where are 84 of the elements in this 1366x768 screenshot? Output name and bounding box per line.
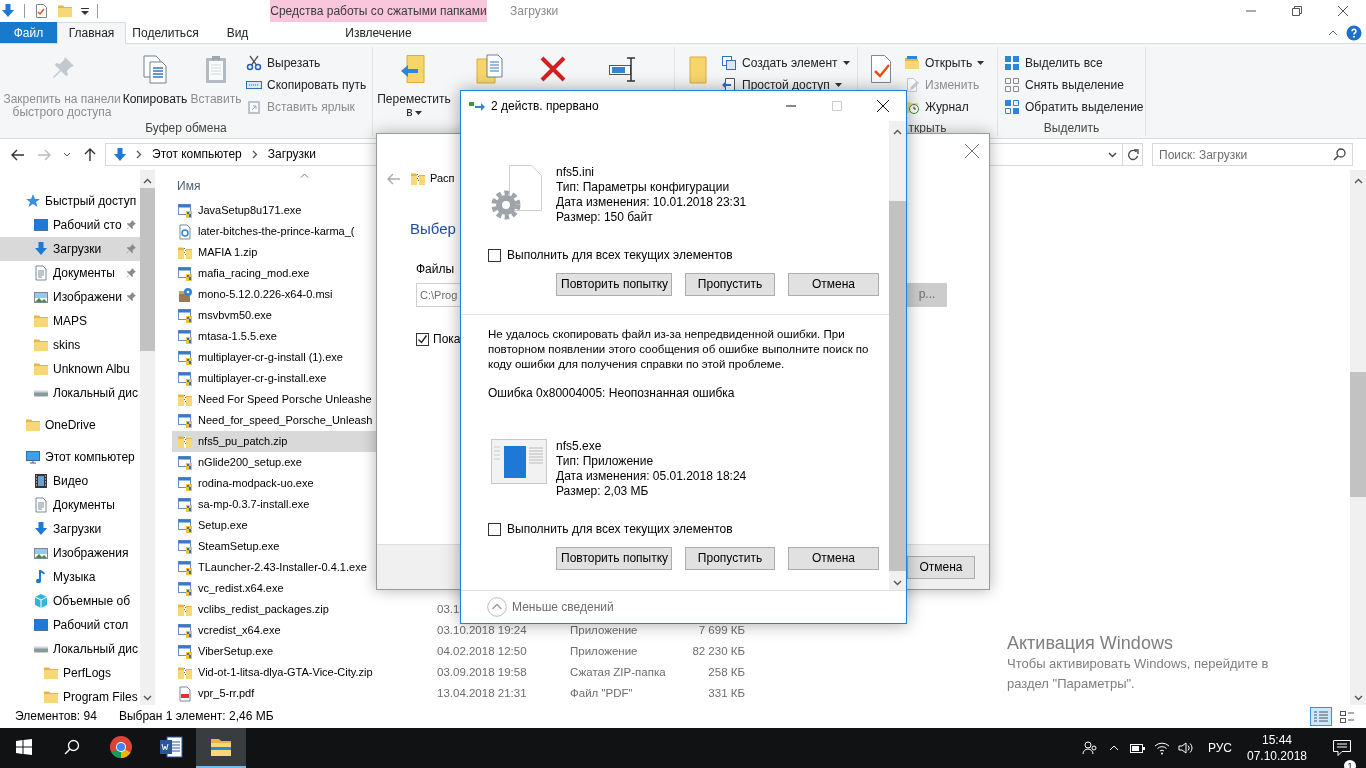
file-name: vclibs_redist_packages.zip: [198, 602, 329, 617]
dialog-title: 2 действ. прервано: [491, 98, 599, 114]
file-name: nfs5.ini: [556, 165, 596, 180]
nav-label: Документы: [53, 497, 115, 513]
file-name: nGlide200_setup.exe: [198, 455, 302, 470]
file-name: multiplayer-cr-g-install.exe: [198, 371, 327, 386]
nav-label: Загрузки: [53, 241, 102, 257]
file-size: 258 КБ: [708, 665, 745, 680]
file-size: 82 230 КБ: [692, 644, 745, 659]
error-code: Ошибка 0x80004005: Неопознанная ошибка: [488, 386, 736, 401]
nav-label: skins: [53, 337, 81, 353]
nav-label: Этот компьютер: [45, 449, 135, 465]
file-name: rodina-modpack-uo.exe: [198, 476, 314, 491]
checkbox-label: Выполнить для всех текущих элементов: [507, 521, 733, 537]
activation-title: Активация Windows: [1007, 632, 1174, 654]
window-title: Загрузки: [510, 3, 559, 19]
file-name: TLauncher-2.43-Installer-0.4.1.exe: [198, 560, 367, 575]
file-name: mafia_racing_mod.exe: [198, 266, 310, 281]
file-date: 03.09.2018 19:58: [437, 665, 527, 680]
file-name: JavaSetup8u171.exe: [198, 203, 302, 218]
checkbox-label: Выполнить для всех текущих элементов: [507, 247, 733, 263]
file-name: nfs5.exe: [556, 439, 603, 454]
file-type: Тип: Параметры конфигурации: [556, 180, 731, 195]
file-date: 13.04.2018 21:31: [437, 686, 527, 701]
file-date: 03.1: [437, 602, 460, 617]
file-size: Размер: 2,03 МБ: [556, 484, 650, 499]
file-date: Дата изменения: 05.01.2018 18:24: [556, 469, 747, 484]
file-name: Need For Speed Porsche Unleashe: [198, 392, 372, 407]
file-name: Vid-ot-1-litsa-dlya-GTA-Vice-City.zip: [198, 665, 373, 680]
nav-label: Unknown Albu: [53, 361, 130, 377]
file-name: vc_redist.x64.exe: [198, 581, 284, 596]
file-size: Размер: 150 байт: [556, 210, 654, 225]
checkbox-label: Пока: [433, 331, 461, 347]
file-size: 7 699 КБ: [698, 623, 745, 638]
file-type: Файл "PDF": [570, 686, 633, 701]
nav-label: Быстрый доступ: [45, 193, 137, 209]
file-name: multiplayer-cr-g-install (1).exe: [198, 350, 343, 365]
context-tab-group: Средства работы со сжатыми папками: [270, 0, 487, 22]
file-date: 03.10.2018 19:24: [437, 623, 527, 638]
group-label: Выделить: [1043, 121, 1100, 136]
file-date: 04.02.2018 12:50: [437, 644, 527, 659]
file-name: SteamSetup.exe: [198, 539, 280, 554]
nav-label: Локальный дис: [53, 641, 138, 657]
nav-label: Документы: [53, 265, 115, 281]
nav-label: OneDrive: [45, 417, 96, 433]
file-name: vcredist_x64.exe: [198, 623, 281, 638]
file-name: Setup.exe: [198, 518, 248, 533]
file-type: Приложение: [570, 644, 638, 659]
file-name: Need_for_speed_Porsche_Unleash: [198, 413, 373, 428]
activation-text: Чтобы активировать Windows, перейдите в раздел "Параметры".: [1007, 655, 1270, 693]
field-label: Файлы: [416, 261, 456, 277]
group-label: Буфер обмена: [145, 121, 227, 136]
selection-info: Выбран 1 элемент: 2,46 МБ: [118, 709, 274, 724]
nav-label: Изображени: [53, 289, 122, 305]
file-name: ViberSetup.exe: [198, 644, 274, 659]
nav-label: Объемные об: [53, 593, 131, 609]
nav-label: MAPS: [53, 313, 87, 329]
nav-label: PerfLogs: [63, 665, 112, 681]
wizard-header: Расп: [430, 172, 455, 186]
file-name: sa-mp-0.3.7-install.exe: [198, 497, 310, 512]
file-name: nfs5_pu_patch.zip: [198, 434, 288, 449]
file-name: MAFIA 1.zip: [198, 245, 258, 260]
nav-label: Program Files: [63, 689, 138, 705]
file-name: vpr_5-rr.pdf: [198, 686, 255, 701]
file-type: Приложение: [570, 623, 638, 638]
nav-label: Изображения: [53, 545, 129, 561]
file-date: Дата изменения: 10.01.2018 23:31: [556, 195, 747, 210]
item-count: Элементов: 94: [15, 709, 97, 724]
file-name: msvbvm50.exe: [198, 308, 272, 323]
group-label: ткрыть: [908, 121, 947, 136]
file-name: mtasa-1.5.5.exe: [198, 329, 277, 344]
file-name: later-bitches-the-prince-karma_(: [198, 224, 355, 239]
nav-label: Музыка: [53, 569, 96, 585]
nav-label: Рабочий сто: [53, 217, 122, 233]
file-name: mono-5.12.0.226-x64-0.msi: [198, 287, 333, 302]
file-type: Сжатая ZIP-папка: [570, 665, 666, 680]
file-size: 331 КБ: [708, 686, 745, 701]
nav-label: Загрузки: [53, 521, 102, 537]
nav-label: Рабочий стол: [53, 617, 129, 633]
nav-label: Видео: [53, 473, 89, 489]
nav-label: Локальный дис: [53, 385, 138, 401]
file-type: Тип: Приложение: [556, 454, 655, 469]
wizard-heading: Выбер: [410, 220, 457, 239]
error-message: Не удалось скопировать файл из-за непредвиденной ошибки. При повторном появлении этого сообщения об ошибке выполните поиск по коду ошибки для получения справки по этой проблеме.: [488, 327, 870, 372]
